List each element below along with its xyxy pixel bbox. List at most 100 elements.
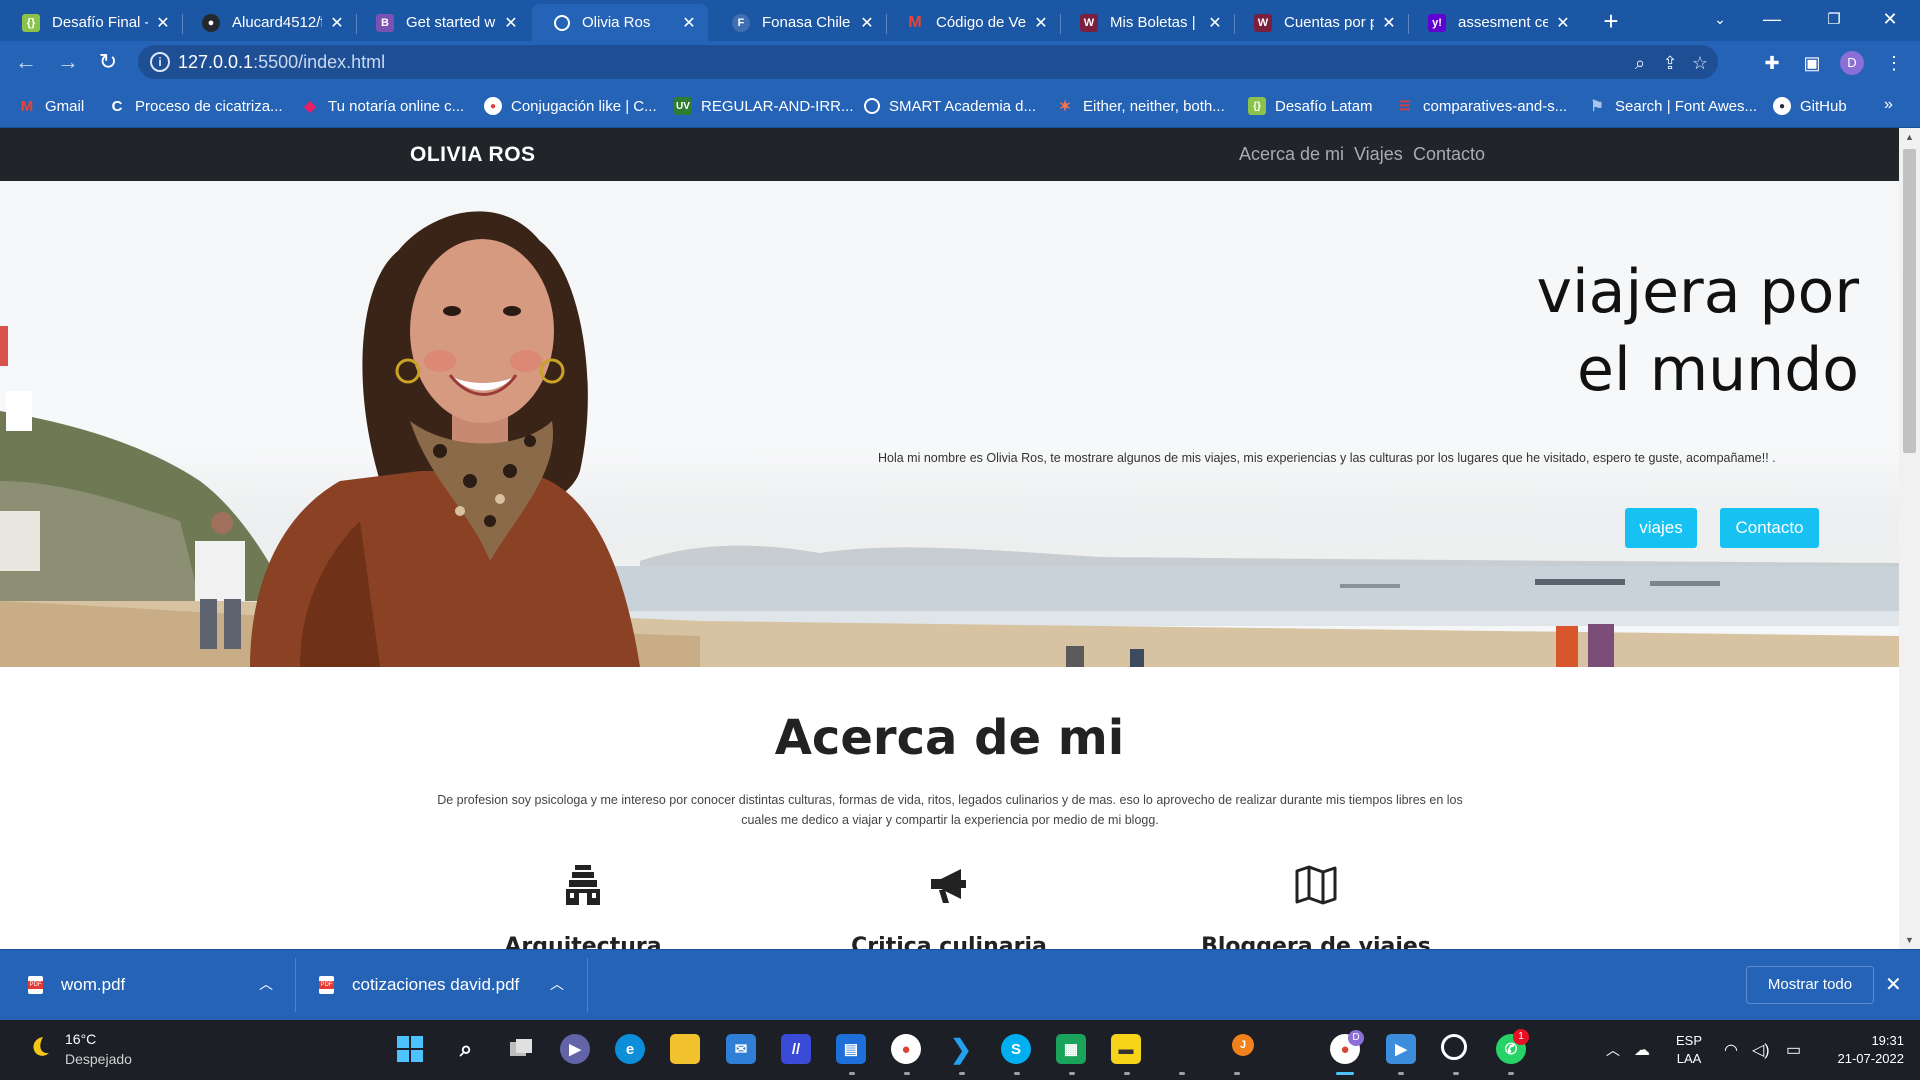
wifi-icon[interactable]: ◠ (1724, 1040, 1738, 1060)
gmail-icon: M (908, 13, 922, 31)
bookmark-notaria[interactable]: ◆ Tu notaría online c... (301, 96, 464, 116)
chevron-up-icon[interactable]: ︿ (259, 974, 273, 994)
page-scrollbar[interactable]: ▲ ▼ (1899, 128, 1920, 949)
close-icon[interactable]: ✕ (154, 13, 172, 33)
comparatives-icon: ☰ (1399, 98, 1411, 113)
edge-icon[interactable]: e (615, 1034, 645, 1064)
mail-icon[interactable]: ✉ (726, 1034, 756, 1064)
moon-icon[interactable] (26, 1034, 52, 1060)
remote-desktop-icon[interactable]: ▦ (1056, 1034, 1086, 1064)
tab-assesment[interactable]: y! assesment cer ✕ (1406, 4, 1582, 41)
url-text[interactable]: 127.0.0.1:5500/index.html (178, 52, 385, 73)
bookmark-github[interactable]: ● GitHub (1773, 96, 1847, 116)
taskbar-running-indicator (1508, 1072, 1514, 1075)
bookmark-proceso[interactable]: C Proceso de cicatriza... (108, 96, 283, 116)
video-editor-icon[interactable]: ▶ (1386, 1034, 1416, 1064)
bookmark-font-awesome[interactable]: ⚑ Search | Font Awes... (1588, 96, 1757, 116)
forward-button[interactable]: → (52, 47, 84, 79)
tray-overflow-chevron-icon[interactable]: ︿ (1606, 1040, 1620, 1060)
clock-time: 19:31 (1871, 1033, 1904, 1048)
extensions-puzzle-icon[interactable]: ✚ (1758, 49, 1786, 77)
tab-github[interactable]: ● Alucard4512/f ✕ (180, 4, 356, 41)
onedrive-cloud-icon[interactable]: ☁ (1634, 1040, 1650, 1060)
sticky-notes-icon[interactable]: ▬ (1111, 1034, 1141, 1064)
search-icon[interactable]: ⌕ (451, 1034, 481, 1064)
tab-fonasa[interactable]: F Fonasa Chile 2 ✕ (710, 4, 886, 41)
profile-avatar[interactable]: D (1840, 51, 1864, 75)
restore-button[interactable]: ❐ (1806, 0, 1862, 41)
start-windows-icon[interactable] (395, 1034, 425, 1064)
input-language-indicator[interactable]: ESP LAA (1676, 1032, 1702, 1068)
bookmark-smart[interactable]: SMART Academia d... (864, 96, 1036, 116)
volume-icon[interactable]: ◁) (1752, 1040, 1770, 1060)
site-brand[interactable]: OLIVIA ROS (410, 143, 536, 167)
scroll-thumb[interactable] (1903, 149, 1916, 453)
share-icon[interactable]: ⇪ (1656, 50, 1684, 76)
zoom-icon[interactable]: ⌕ (1626, 50, 1654, 76)
minimize-button[interactable]: — (1744, 0, 1800, 41)
java-icon[interactable]: J (1232, 1034, 1254, 1056)
back-button[interactable]: ← (10, 47, 42, 79)
nav-link-contact[interactable]: Contacto (1413, 144, 1485, 165)
close-icon[interactable]: ✕ (328, 13, 346, 33)
bookmark-either[interactable]: ✶ Either, neither, both... (1056, 96, 1225, 116)
tab-desafio-final[interactable]: {} Desafío Final - ✕ (0, 4, 182, 41)
bookmark-star-icon[interactable]: ☆ (1686, 50, 1714, 76)
close-icon[interactable]: ✕ (1032, 13, 1050, 33)
nav-link-trips[interactable]: Viajes (1354, 144, 1403, 165)
close-icon[interactable]: ✕ (1380, 13, 1398, 33)
sway-icon[interactable]: // (781, 1034, 811, 1064)
feature-title-culinary: Critica culinaria (851, 934, 1047, 949)
tab-search-chevron-icon[interactable]: ⌄ (1692, 0, 1748, 41)
vscode-icon[interactable]: ❯ (946, 1034, 976, 1064)
chevron-up-icon[interactable]: ︿ (550, 974, 564, 994)
side-panel-icon[interactable]: ▣ (1798, 49, 1826, 77)
reload-button[interactable]: ↻ (92, 47, 124, 79)
more-bookmarks-icon[interactable]: » (1884, 96, 1893, 114)
file-explorer-icon[interactable] (670, 1034, 700, 1064)
close-window-button[interactable]: ✕ (1862, 0, 1918, 41)
weather-temperature[interactable]: 16°C (65, 1031, 96, 1047)
battery-icon[interactable]: ▭ (1786, 1040, 1801, 1060)
keyboard-layout-code: LAA (1676, 1051, 1702, 1066)
show-all-downloads-button[interactable]: Mostrar todo (1746, 966, 1874, 1004)
skype-icon[interactable]: S (1001, 1034, 1031, 1064)
tab-mis-boletas[interactable]: W Mis Boletas | N ✕ (1058, 4, 1234, 41)
bookmark-desafio-latam[interactable]: {} Desafío Latam (1248, 96, 1373, 116)
close-icon[interactable]: ✕ (858, 13, 876, 33)
task-view-icon[interactable] (506, 1034, 536, 1064)
menu-kebab-icon[interactable]: ⋮ (1880, 49, 1908, 77)
nav-link-about[interactable]: Acerca de mi (1239, 144, 1344, 165)
tab-olivia-ros[interactable]: Olivia Ros ✕ (532, 4, 708, 41)
tab-bootstrap[interactable]: B Get started wi ✕ (354, 4, 530, 41)
store-icon[interactable]: ▤ (836, 1034, 866, 1064)
github-icon: ● (1773, 97, 1791, 115)
taskbar-running-indicator (959, 1072, 965, 1075)
download-item-wom[interactable]: wom.pdf (28, 968, 125, 1002)
weather-description[interactable]: Despejado (65, 1051, 132, 1067)
scroll-down-arrow-icon[interactable]: ▼ (1899, 931, 1920, 949)
globe-icon (864, 98, 880, 114)
bookmark-conjugacion[interactable]: ● Conjugación like | C... (484, 96, 657, 116)
bookmark-gmail[interactable]: M Gmail (18, 96, 84, 116)
tab-cuentas[interactable]: W Cuentas por p ✕ (1232, 4, 1408, 41)
close-icon[interactable]: ✕ (1885, 972, 1902, 997)
screen-recorder-icon[interactable] (1441, 1034, 1467, 1060)
system-clock[interactable]: 19:31 21-07-2022 (1820, 1032, 1905, 1068)
bookmark-regular[interactable]: UV REGULAR-AND-IRR... (674, 96, 854, 116)
contact-button[interactable]: Contacto (1720, 508, 1819, 548)
close-icon[interactable]: ✕ (680, 13, 698, 33)
tab-gmail-codigo[interactable]: M Código de Ver ✕ (884, 4, 1060, 41)
teams-chat-icon[interactable]: ▶ (560, 1034, 590, 1064)
bookmark-comparatives[interactable]: ☰ comparatives-and-s... (1396, 96, 1567, 116)
chrome-icon[interactable]: ● (891, 1034, 921, 1064)
close-icon[interactable]: ✕ (1206, 13, 1224, 33)
address-bar[interactable]: i 127.0.0.1:5500/index.html ⌕ ⇪ ☆ (138, 45, 1718, 79)
scroll-up-arrow-icon[interactable]: ▲ (1899, 128, 1920, 146)
info-icon[interactable]: i (150, 52, 170, 72)
close-icon[interactable]: ✕ (1554, 13, 1572, 33)
close-icon[interactable]: ✕ (502, 13, 520, 33)
trips-button[interactable]: viajes (1625, 508, 1697, 548)
new-tab-button[interactable]: + (1596, 6, 1626, 36)
download-item-cotizaciones[interactable]: cotizaciones david.pdf (319, 968, 519, 1002)
